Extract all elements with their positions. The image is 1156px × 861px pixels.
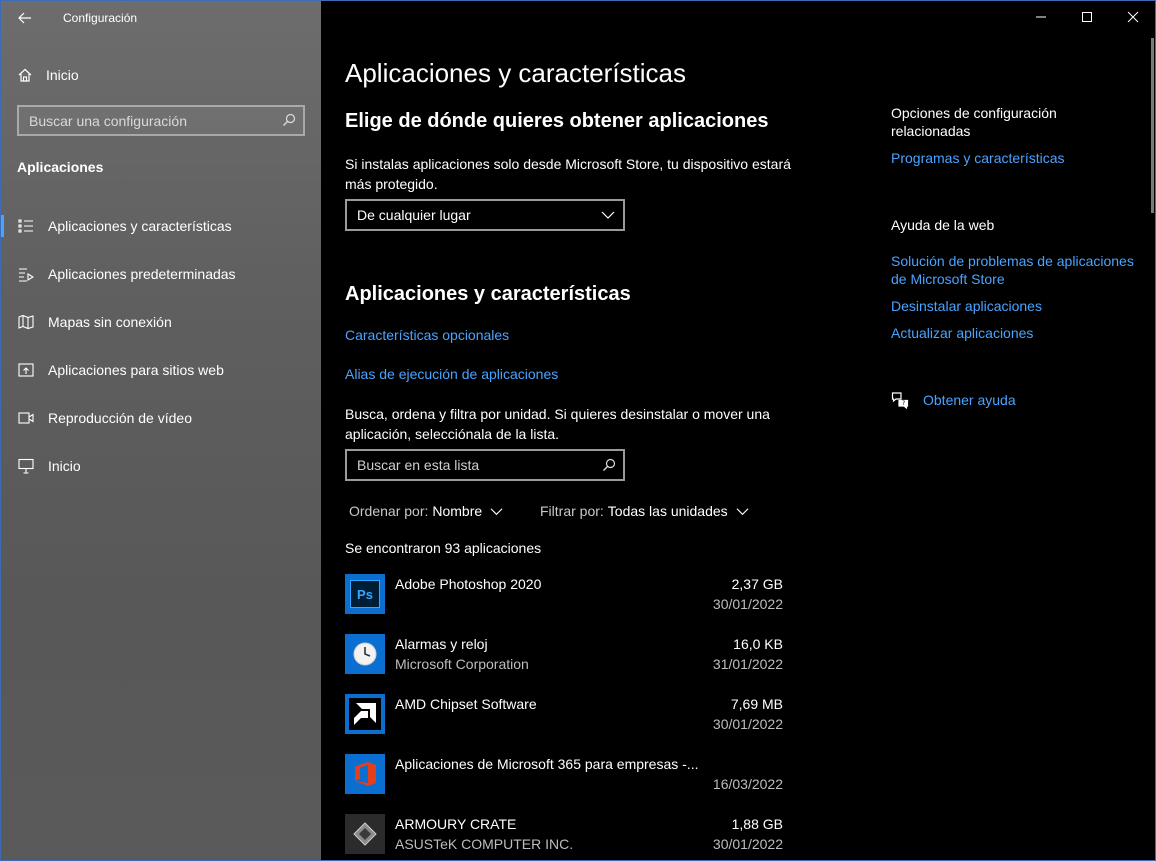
- chevron-down-icon: [490, 507, 503, 515]
- back-button[interactable]: [10, 6, 40, 30]
- sidebar-item-label: Aplicaciones y características: [48, 218, 232, 234]
- sidebar-item-default-apps[interactable]: Aplicaciones predeterminadas: [0, 250, 321, 298]
- app-list: Ps Adobe Photoshop 2020 2,37 GB 30/01/20…: [345, 573, 785, 861]
- source-heading: Elige de dónde quieres obtener aplicacio…: [345, 110, 769, 132]
- settings-search[interactable]: [17, 105, 305, 136]
- apps-section-heading: Aplicaciones y características: [345, 283, 631, 305]
- app-publisher: Microsoft Corporation: [395, 656, 529, 672]
- app-date: 30/01/2022: [712, 836, 783, 852]
- app-size: 1,88 GB: [731, 816, 783, 832]
- app-name: AMD Chipset Software: [395, 696, 537, 712]
- sort-label: Ordenar por:: [349, 503, 429, 519]
- app-name: Alarmas y reloj: [395, 636, 488, 652]
- web-help-heading: Ayuda de la web: [891, 217, 995, 233]
- apps-description: Busca, ordena y filtra por unidad. Si qu…: [345, 406, 770, 442]
- app-name: Adobe Photoshop 2020: [395, 576, 542, 592]
- sidebar-home[interactable]: Inicio: [17, 64, 79, 86]
- app-source-dropdown[interactable]: De cualquier lugar: [345, 199, 625, 231]
- settings-search-input[interactable]: [29, 112, 269, 129]
- app-date: 31/01/2022: [712, 656, 783, 672]
- app-list-search-input[interactable]: [357, 457, 587, 473]
- clock-icon: [345, 634, 385, 674]
- scrollbar[interactable]: [1151, 38, 1154, 213]
- uninstall-apps-link[interactable]: Desinstalar aplicaciones: [891, 297, 1141, 315]
- filter-dropdown[interactable]: Filtrar por: Todas las unidades: [540, 503, 749, 519]
- app-date: 16/03/2022: [712, 776, 783, 792]
- sidebar-item-label: Mapas sin conexión: [48, 314, 172, 330]
- sidebar-item-label: Aplicaciones para sitios web: [48, 362, 224, 378]
- page-title: Aplicaciones y características: [345, 58, 687, 88]
- sidebar-home-label: Inicio: [46, 67, 79, 83]
- app-name: Aplicaciones de Microsoft 365 para empre…: [395, 756, 699, 772]
- programs-features-link[interactable]: Programas y características: [891, 149, 1141, 167]
- troubleshoot-store-apps-link[interactable]: Solución de problemas de aplicaciones de…: [891, 252, 1141, 288]
- sort-value: Nombre: [432, 503, 483, 519]
- related-settings-heading: Opciones de configuración relacionadas: [891, 105, 1057, 139]
- get-help-link[interactable]: ? Obtener ayuda: [891, 391, 1016, 409]
- app-title: Configuración: [63, 11, 138, 25]
- sidebar-section-title: Aplicaciones: [17, 159, 104, 175]
- photoshop-icon-badge: Ps: [350, 580, 380, 608]
- app-name: ARMOURY CRATE: [395, 816, 517, 832]
- sidebar-item-label: Inicio: [48, 458, 81, 474]
- update-apps-link[interactable]: Actualizar aplicaciones: [891, 324, 1141, 342]
- search-icon: [603, 458, 616, 471]
- optional-features-link[interactable]: Características opcionales: [345, 327, 509, 343]
- sidebar-nav: Aplicaciones y características Aplicacio…: [0, 202, 321, 490]
- search-icon: [283, 113, 296, 126]
- default-apps-icon: [17, 265, 35, 283]
- list-item[interactable]: Alarmas y reloj Microsoft Corporation 16…: [345, 633, 785, 693]
- amd-icon: [345, 694, 385, 734]
- list-icon: [17, 217, 35, 235]
- sidebar-item-startup[interactable]: Inicio: [0, 442, 321, 490]
- app-count: Se encontraron 93 aplicaciones: [345, 540, 542, 556]
- source-description: Si instalas aplicaciones solo desde Micr…: [345, 156, 791, 192]
- sidebar-item-apps-features[interactable]: Aplicaciones y características: [0, 202, 321, 250]
- svg-text:?: ?: [902, 400, 905, 407]
- sidebar-item-offline-maps[interactable]: Mapas sin conexión: [0, 298, 321, 346]
- list-item[interactable]: ARMOURY CRATE ASUSTeK COMPUTER INC. 1,88…: [345, 813, 785, 861]
- list-item[interactable]: AMD Chipset Software 7,69 MB 30/01/2022: [345, 693, 785, 753]
- home-icon: [18, 68, 32, 82]
- app-date: 30/01/2022: [712, 716, 783, 732]
- office-icon: [345, 754, 385, 794]
- sidebar: Configuración Inicio Aplicaciones Aplica…: [0, 0, 321, 861]
- app-publisher: ASUSTeK COMPUTER INC.: [395, 836, 574, 852]
- get-help-label: Obtener ayuda: [923, 392, 1016, 408]
- app-execution-alias-link[interactable]: Alias de ejecución de aplicaciones: [345, 366, 558, 382]
- filter-value: Todas las unidades: [607, 503, 728, 519]
- title-bar: Configuración: [0, 0, 321, 36]
- armoury-crate-icon: [345, 814, 385, 854]
- list-item[interactable]: Ps Adobe Photoshop 2020 2,37 GB 30/01/20…: [345, 573, 785, 633]
- sort-dropdown[interactable]: Ordenar por: Nombre: [349, 503, 503, 519]
- app-size: 2,37 GB: [731, 576, 783, 592]
- app-source-value: De cualquier lugar: [357, 207, 471, 223]
- app-size: 7,69 MB: [730, 696, 783, 712]
- map-icon: [17, 313, 35, 331]
- chat-help-icon: ?: [891, 392, 909, 409]
- sidebar-item-web-apps[interactable]: Aplicaciones para sitios web: [0, 346, 321, 394]
- app-list-search[interactable]: [345, 449, 625, 481]
- sidebar-item-video-playback[interactable]: Reproducción de vídeo: [0, 394, 321, 442]
- sidebar-item-label: Reproducción de vídeo: [48, 410, 192, 426]
- back-arrow-icon: [18, 12, 31, 24]
- photoshop-icon: Ps: [345, 574, 385, 614]
- app-size: 16,0 KB: [733, 636, 783, 652]
- chevron-down-icon: [736, 507, 749, 515]
- startup-icon: [17, 457, 35, 475]
- video-icon: [17, 409, 35, 427]
- sidebar-item-label: Aplicaciones predeterminadas: [48, 266, 236, 282]
- filter-label: Filtrar por:: [540, 503, 604, 519]
- chevron-down-icon: [601, 211, 615, 219]
- main-content: Aplicaciones y características Elige de …: [345, 0, 805, 861]
- list-item[interactable]: Aplicaciones de Microsoft 365 para empre…: [345, 753, 785, 813]
- web-app-icon: [17, 361, 35, 379]
- app-date: 30/01/2022: [712, 596, 783, 612]
- related-settings-panel: Opciones de configuración relacionadas P…: [891, 0, 1141, 861]
